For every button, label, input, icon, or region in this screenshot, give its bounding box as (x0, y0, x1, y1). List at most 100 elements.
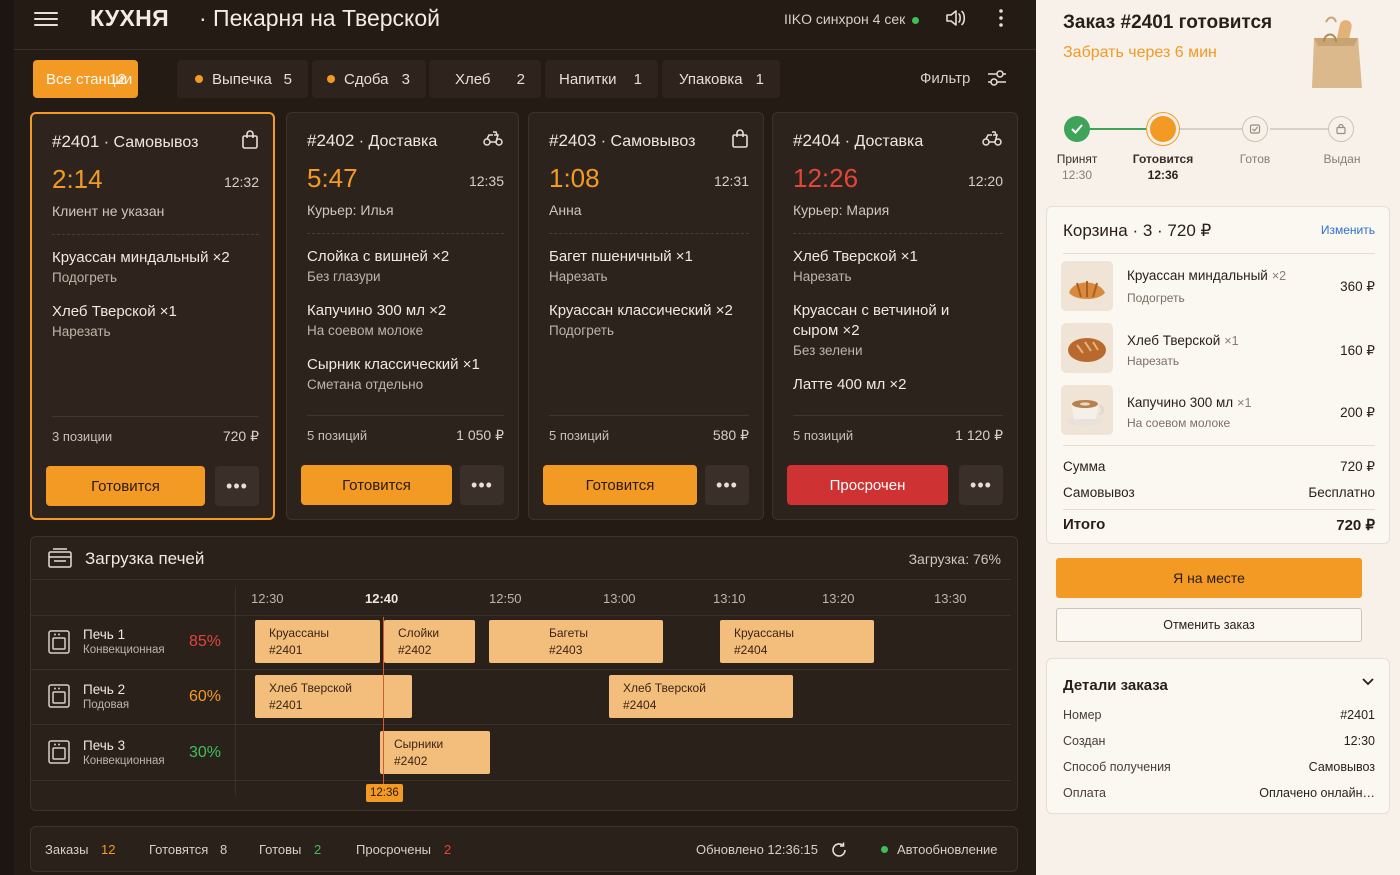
step-time: 12:36 (1147, 168, 1179, 182)
filter-chip-sdoba[interactable]: Сдоба 3 (312, 60, 426, 98)
chevron-down-icon[interactable] (1361, 677, 1375, 687)
divider (793, 233, 1003, 234)
footer-orders-count: 12 (101, 842, 116, 857)
item-name: Круассан классический ×2 (549, 302, 733, 319)
oven-task-bar[interactable]: Хлеб Тверской #2404 (609, 675, 793, 718)
screen-title: КУХНЯ (90, 5, 169, 31)
cart-item-title: Хлеб Тверской (1127, 333, 1221, 348)
auto-refresh-toggle[interactable]: Автообновление (897, 842, 998, 857)
more-button[interactable]: ••• (705, 465, 749, 505)
order-client: Курьер: Мария (793, 202, 890, 218)
oven-task-bar[interactable]: Круассаны #2401 (255, 620, 380, 663)
footer-late-label: Просрочены (356, 842, 432, 857)
item-note: Подогреть (549, 323, 615, 338)
oven-task-bar[interactable]: Хлеб Тверской #2401 (255, 675, 412, 718)
sound-icon[interactable] (944, 8, 966, 28)
item-name: Круассан с ветчиной и сыром ×2 (793, 302, 950, 339)
order-time: 12:35 (468, 173, 504, 189)
filter-chip-vypechka[interactable]: Выпечка 5 (177, 60, 308, 98)
details-row: Номер #2401 (1063, 708, 1375, 722)
more-button[interactable]: ••• (215, 466, 259, 506)
cart-item-name: Круассан миндальный ×2 (1127, 268, 1286, 283)
item-note: Нарезать (52, 324, 111, 339)
menu-icon[interactable] (34, 8, 58, 30)
bakery-name: · Пекарня на Тверской (199, 5, 440, 31)
filter-chip-napitki[interactable]: Напитки 1 (545, 60, 658, 98)
divider (1063, 253, 1375, 254)
order-header: #2402 · Доставка (307, 131, 438, 150)
order-id: #2403 (549, 131, 597, 150)
cart-edit-link[interactable]: Изменить (1321, 223, 1375, 237)
time-tick: 12:30 (251, 591, 284, 606)
order-status-title: Заказ #2401 готовится (1063, 12, 1273, 33)
details-value: Оплачено онлайн… (1259, 786, 1375, 800)
oven-name: Печь 1 (83, 627, 126, 642)
divider (31, 579, 1011, 580)
footer-updated: Обновлено 12:36:15 (696, 842, 819, 857)
order-type: Доставка (368, 133, 438, 150)
cart-item-note: Нарезать (1127, 354, 1180, 368)
order-timer: 1:08 (549, 163, 600, 193)
status-button[interactable]: Готовится (543, 465, 697, 505)
filter-chip-upakovka[interactable]: Упаковка 1 (662, 60, 780, 98)
refresh-icon[interactable] (830, 841, 848, 859)
oven-task-bar[interactable]: Сырники #2402 (380, 731, 490, 774)
divider (307, 233, 504, 234)
cart-item-price: 160 ₽ (1340, 343, 1375, 358)
order-items: Слойка с вишней ×2 Без глазури Капучино … (307, 247, 504, 409)
item-note: Нарезать (549, 269, 608, 284)
oven-load-pct: 30% (189, 744, 222, 761)
footer-cooking-count: 8 (220, 842, 228, 857)
step-label: Готов (1239, 152, 1271, 166)
order-type: Самовывоз (113, 134, 199, 151)
status-button-late[interactable]: Просрочен (787, 465, 948, 505)
divider (52, 416, 259, 417)
divider (31, 669, 1011, 670)
oven-icon (48, 684, 70, 708)
time-tick: 12:40 (365, 591, 399, 606)
bakery-bag-illustration (1312, 16, 1362, 88)
status-button[interactable]: Готовится (301, 465, 452, 505)
more-vertical-icon[interactable] (997, 8, 1005, 28)
task-order: #2402 (398, 643, 432, 657)
order-card-2401[interactable]: #2401 · Самовывоз 2:14 12:32 Клиент не у… (30, 112, 275, 520)
order-card-2402[interactable]: #2402 · Доставка 5:47 12:35 Курьер: Илья… (286, 112, 519, 520)
order-card-2403[interactable]: #2403 · Самовывоз 1:08 12:31 Анна Багет … (528, 112, 764, 520)
cart-panel: Корзина · 3 · 720 ₽ Изменить Круассан ми… (1046, 206, 1390, 544)
time-tick: 13:00 (603, 591, 636, 606)
oven-icon (48, 740, 70, 764)
order-items: Круассан миндальный ×2 Подогреть Хлеб Тв… (52, 248, 259, 356)
step-label: Принят (1056, 152, 1098, 166)
cart-item-qty: ×1 (1237, 396, 1252, 410)
divider (307, 415, 504, 416)
filter-chip-all[interactable]: Все станции 12 (33, 60, 138, 98)
pickup-label: Самовывоз (1063, 485, 1135, 500)
task-order: #2401 (269, 698, 303, 712)
oven-icon (48, 548, 72, 568)
cart-item-qty: ×2 (1271, 269, 1287, 283)
item-note: Без зелени (793, 343, 863, 358)
order-card-2404[interactable]: #2404 · Доставка 12:26 12:20 Курьер: Мар… (772, 112, 1018, 520)
task-label: Багеты (549, 626, 589, 640)
status-button[interactable]: Готовится (46, 466, 205, 506)
order-sum: 1 120 ₽ (955, 427, 1003, 443)
cancel-order-button[interactable]: Отменить заказ (1056, 608, 1362, 642)
filter-button-label[interactable]: Фильтр (920, 70, 970, 87)
arrived-button[interactable]: Я на месте (1056, 558, 1362, 598)
order-details-panel: Детали заказа Номер #2401 Создан 12:30 Спо… (1046, 658, 1390, 814)
order-timer: 5:47 (307, 163, 358, 193)
order-type: Доставка (854, 133, 924, 150)
more-button[interactable]: ••• (959, 465, 1003, 505)
filter-chip-hleb[interactable]: Хлеб 2 (429, 60, 541, 98)
details-row: Создан 12:30 (1063, 734, 1375, 748)
scooter-icon (982, 131, 1002, 146)
details-row: Оплата Оплачено онлайн… (1063, 786, 1375, 800)
kitchen-screen: КУХНЯ · Пекарня на Тверской IIKO синхрон… (14, 0, 1036, 875)
oven-task-bar[interactable]: Багеты #2403 (489, 620, 663, 663)
oven-task-bar[interactable]: Круассаны #2404 (720, 620, 874, 663)
more-button[interactable]: ••• (460, 465, 504, 505)
filter-sliders-icon[interactable] (986, 68, 1008, 88)
status-footer: Заказы 12 Готовятся 8 Готовы 2 Просрочен… (30, 826, 1018, 872)
oven-task-bar[interactable]: Слойки #2402 (384, 620, 475, 663)
task-label: Круассаны (734, 626, 794, 640)
